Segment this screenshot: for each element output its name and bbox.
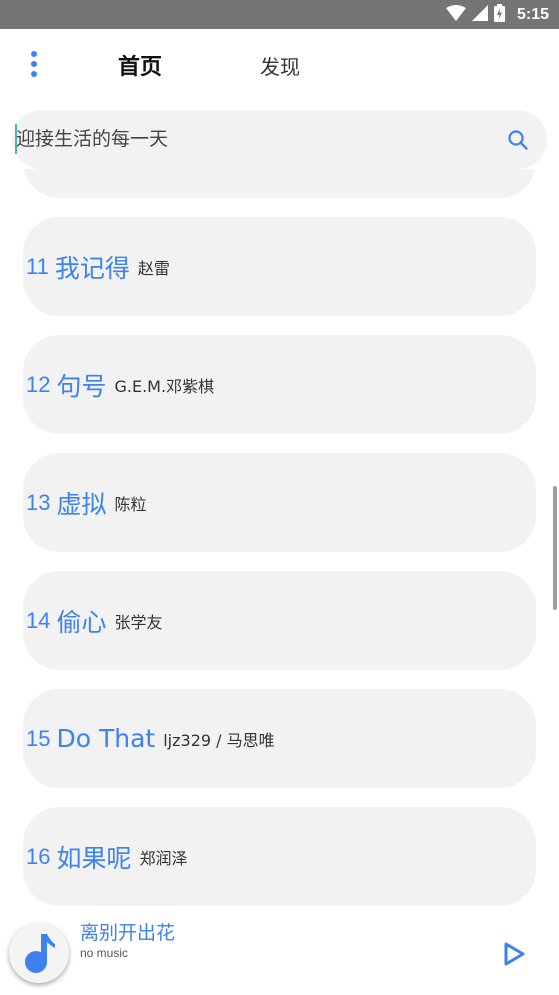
song-number: 15 [26,725,51,751]
song-artist: 陈粒 [114,494,147,514]
mini-player: 离别开出花 no music [0,909,559,995]
song-item[interactable]: 11 我记得 赵雷 [23,217,536,316]
play-icon[interactable] [501,941,527,967]
now-playing-title: 离别开出花 [80,922,176,944]
song-number: 13 [26,489,51,515]
song-number: 16 [26,843,51,869]
status-icons: 5:15 [445,0,549,29]
song-title: 虚拟 [56,489,107,519]
song-title: 我记得 [54,253,130,283]
song-artist: G.E.M.邓紫棋 [114,376,215,396]
song-artist: 张学友 [114,612,163,632]
tab-home[interactable]: 首页 [110,49,170,81]
song-list: 11 我记得 赵雷 12 句号 G.E.M.邓紫棋 13 虚拟 陈粒 14 偷心 [0,169,559,909]
search-input[interactable] [16,124,486,154]
song-item[interactable]: 13 虚拟 陈粒 [23,453,536,552]
album-art[interactable] [9,923,69,983]
vertical-dots-icon[interactable] [26,51,42,79]
song-number: 14 [26,607,51,633]
scrollbar-thumb[interactable] [553,486,557,610]
song-list-viewport[interactable]: 11 我记得 赵雷 12 句号 G.E.M.邓紫棋 13 虚拟 陈粒 14 偷心 [0,169,559,909]
song-item[interactable]: 12 句号 G.E.M.邓紫棋 [23,335,536,434]
song-title: Do That [56,724,156,753]
song-artist: 赵雷 [137,258,170,278]
song-number: 12 [26,371,51,397]
song-item[interactable]: 14 偷心 张学友 [23,571,536,670]
song-item[interactable]: 16 如果呢 郑润泽 [23,807,536,906]
song-artist: ljz329 / 马思唯 [163,730,275,750]
battery-icon [493,3,505,26]
song-item[interactable]: 15 Do That ljz329 / 马思唯 [23,689,536,788]
status-time: 5:15 [516,5,549,23]
song-number: 11 [26,253,49,279]
song-title: 偷心 [56,607,107,637]
song-item[interactable] [23,169,536,198]
top-nav: 首页 发现 [0,29,559,101]
status-bar: 5:15 [0,0,559,29]
signal-icon [471,4,488,25]
search-icon[interactable] [507,129,529,151]
search-bar [12,110,547,169]
wifi-icon [445,4,466,25]
song-artist: 郑润泽 [139,848,188,868]
song-title: 如果呢 [56,843,132,873]
music-note-icon [25,934,55,973]
now-playing-subtitle: no music [80,946,129,960]
song-title: 句号 [56,371,107,401]
tab-discover[interactable]: 发现 [250,51,310,80]
